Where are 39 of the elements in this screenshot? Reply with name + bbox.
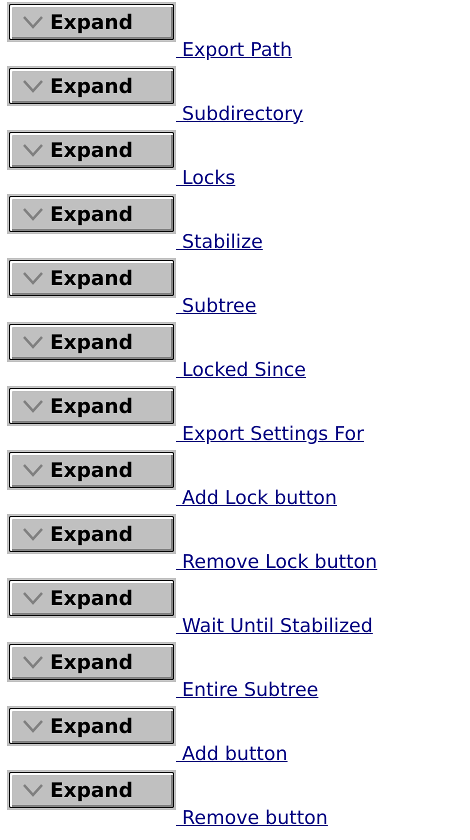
chevron-down-icon <box>22 79 44 93</box>
expand-button[interactable]: Expand <box>7 322 176 362</box>
chevron-down-icon <box>22 719 44 733</box>
expand-button[interactable]: Expand <box>7 514 176 554</box>
expand-button[interactable]: Expand <box>7 578 176 618</box>
topic-link[interactable]: Add button <box>176 742 288 766</box>
chevron-down-icon <box>22 15 44 29</box>
topic-link[interactable]: Locked Since <box>176 358 306 382</box>
topic-link[interactable]: Export Settings For <box>176 422 364 446</box>
chevron-down-icon <box>22 527 44 541</box>
chevron-down-icon <box>22 463 44 477</box>
chevron-down-icon <box>22 271 44 285</box>
chevron-down-icon <box>22 143 44 157</box>
topic-link[interactable]: Subdirectory <box>176 102 304 126</box>
chevron-down-icon <box>22 591 44 605</box>
topic-link[interactable]: Remove Lock button <box>176 550 378 574</box>
expand-button[interactable]: Expand <box>7 770 176 810</box>
chevron-down-icon <box>22 335 44 349</box>
expand-button[interactable]: Expand <box>7 2 176 42</box>
chevron-down-icon <box>22 655 44 669</box>
expand-button[interactable]: Expand <box>7 642 176 682</box>
expand-button[interactable]: Expand <box>7 706 176 746</box>
topic-link[interactable]: Export Path <box>176 38 292 62</box>
chevron-down-icon <box>22 783 44 797</box>
topic-link[interactable]: Locks <box>176 166 236 190</box>
expand-button[interactable]: Expand <box>7 130 176 170</box>
expand-button[interactable]: Expand <box>7 450 176 490</box>
chevron-down-icon <box>22 399 44 413</box>
chevron-down-icon <box>22 207 44 221</box>
topic-link[interactable]: Subtree <box>176 294 256 318</box>
expand-button[interactable]: Expand <box>7 66 176 106</box>
expand-button[interactable]: Expand <box>7 386 176 426</box>
topic-link[interactable]: Entire Subtree <box>176 678 318 702</box>
topic-link[interactable]: Wait Until Stabilized <box>176 614 373 638</box>
topic-link[interactable]: Add Lock button <box>176 486 337 510</box>
topic-link[interactable]: Stabilize <box>176 230 263 254</box>
topic-link[interactable]: Remove button <box>176 806 328 830</box>
expand-button[interactable]: Expand <box>7 258 176 298</box>
expand-button[interactable]: Expand <box>7 194 176 234</box>
